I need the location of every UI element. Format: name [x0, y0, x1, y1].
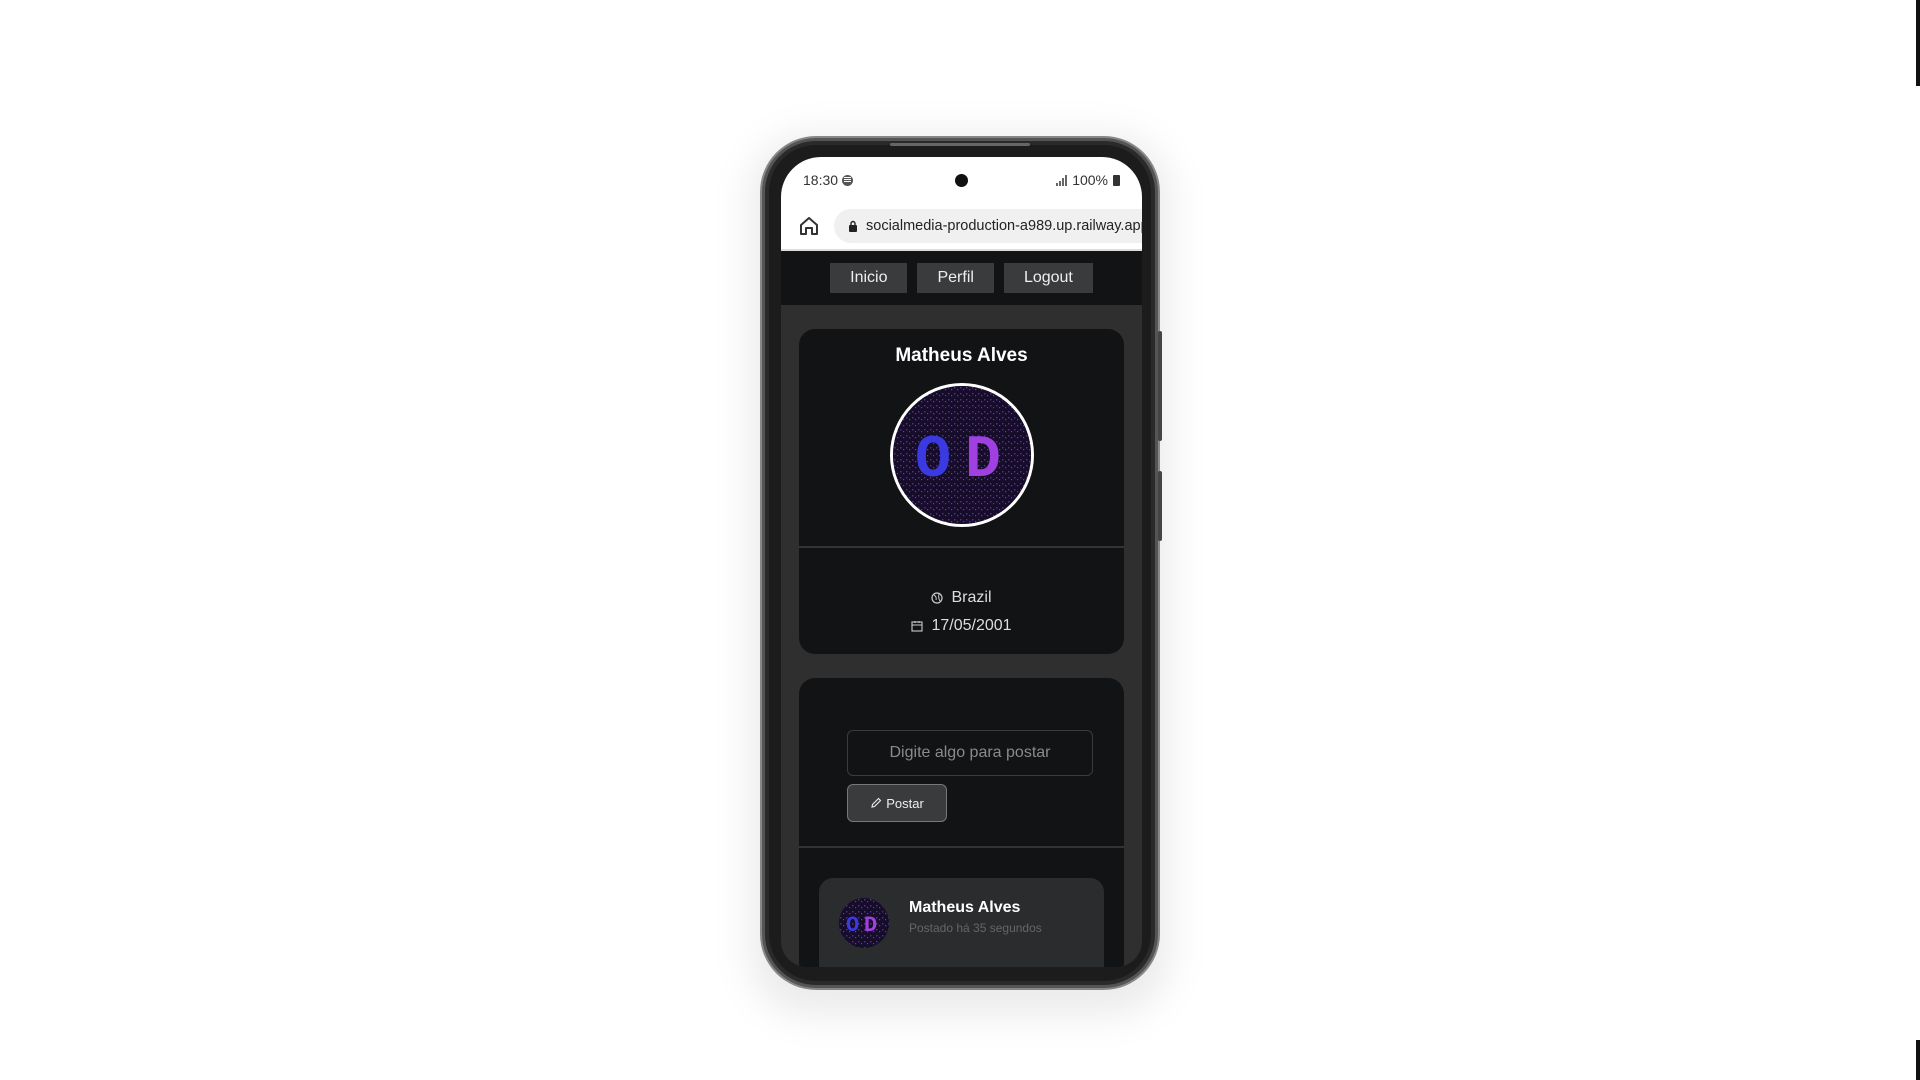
profile-name: Matheus Alves — [895, 345, 1028, 366]
profile-info: Brazil 17/05/2001 — [799, 548, 1124, 654]
signal-icon — [1056, 174, 1068, 186]
profile-country: Brazil — [951, 589, 992, 606]
calendar-icon — [911, 621, 924, 632]
svg-text:O: O — [846, 913, 859, 938]
url-text: socialmedia-production-a989.up.railway.a… — [866, 218, 1142, 234]
post-submit-button[interactable]: Postar — [847, 784, 947, 822]
phone-frame: 18:30 100% socialmedia-production-a989.u… — [762, 138, 1162, 988]
post-form: Postar — [799, 730, 1124, 848]
page-content: Matheus Alves O D Brazil 17/05/2001 Digi… — [781, 329, 1142, 967]
svg-text:D: D — [864, 913, 877, 938]
post-timestamp: Postado há 35 segundos — [909, 921, 1042, 935]
profile-birthdate-row: 17/05/2001 — [799, 612, 1124, 640]
battery-percent: 100% — [1072, 172, 1108, 188]
globe-icon — [931, 592, 944, 604]
profile-avatar[interactable]: O D — [889, 383, 1034, 527]
spotify-icon — [842, 174, 854, 186]
post-author-name[interactable]: Matheus Alves — [909, 899, 1020, 917]
posts-card: Postar O D Matheus Alves Postado há 35 s… — [799, 678, 1124, 967]
pencil-icon — [871, 797, 882, 808]
battery-icon — [1113, 174, 1120, 186]
top-nav: Inicio Perfil Logout — [781, 251, 1142, 305]
status-left: 18:30 — [803, 172, 854, 188]
power-button — [1158, 471, 1162, 541]
post-item: O D Matheus Alves Postado há 35 segundos — [819, 878, 1104, 967]
status-bar: 18:30 100% — [781, 157, 1142, 203]
svg-text:D: D — [965, 427, 1001, 495]
post-submit-label: Postar — [886, 795, 924, 811]
profile-card: Matheus Alves O D Brazil 17/05/2001 — [799, 329, 1124, 654]
nav-perfil-button[interactable]: Perfil — [917, 263, 994, 293]
post-author-avatar[interactable]: O D — [839, 898, 889, 948]
lock-icon — [849, 220, 857, 232]
profile-header: Matheus Alves O D — [799, 329, 1124, 548]
edge-marker-top — [1916, 0, 1920, 86]
status-time: 18:30 — [803, 172, 839, 188]
phone-screen: 18:30 100% socialmedia-production-a989.u… — [781, 157, 1142, 967]
svg-text:O: O — [915, 427, 951, 495]
browser-url-bar: socialmedia-production-a989.up.railway.a… — [781, 203, 1142, 251]
avatar-image: O D — [892, 386, 1031, 524]
profile-country-row: Brazil — [799, 584, 1124, 612]
home-icon[interactable] — [797, 214, 821, 238]
post-input[interactable] — [847, 730, 1093, 776]
nav-logout-button[interactable]: Logout — [1003, 263, 1093, 293]
nav-inicio-button[interactable]: Inicio — [830, 263, 908, 293]
volume-button — [1158, 331, 1162, 441]
profile-birthdate: 17/05/2001 — [931, 617, 1012, 634]
address-field[interactable]: socialmedia-production-a989.up.railway.a… — [834, 209, 1142, 243]
post-avatar-image: O D — [839, 898, 889, 948]
status-right: 100% — [1056, 172, 1120, 188]
earpiece — [890, 143, 1030, 146]
camera-hole — [955, 174, 968, 187]
edge-marker-bottom — [1916, 1040, 1920, 1080]
